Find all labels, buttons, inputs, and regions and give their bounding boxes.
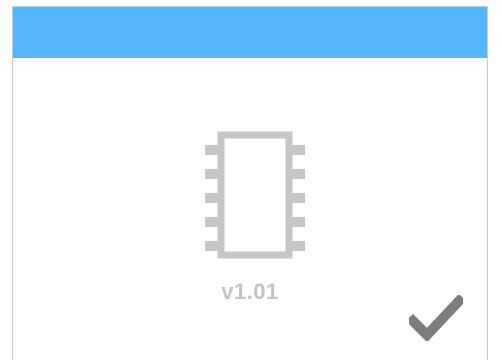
device-info-card: v1.01 bbox=[12, 6, 488, 360]
chip-icon bbox=[205, 131, 305, 259]
checkmark-icon[interactable] bbox=[409, 295, 463, 341]
header-bar bbox=[13, 7, 487, 58]
